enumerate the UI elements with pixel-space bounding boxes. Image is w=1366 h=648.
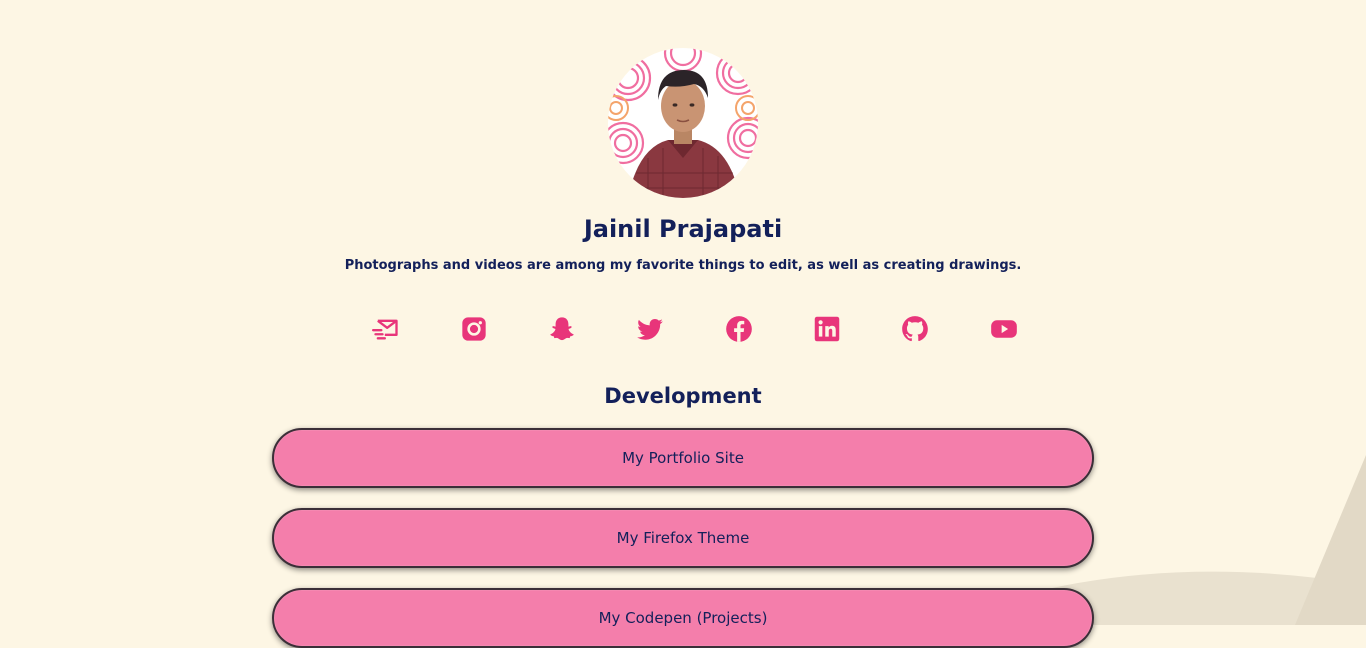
- avatar-image: [608, 48, 758, 198]
- linkedin-icon: [814, 316, 840, 342]
- social-youtube[interactable]: [987, 312, 1021, 346]
- social-snapchat[interactable]: [545, 312, 579, 346]
- mail-icon: [372, 319, 398, 340]
- facebook-icon: [726, 316, 752, 342]
- avatar: [608, 48, 758, 198]
- profile-name: Jainil Prajapati: [583, 215, 783, 243]
- social-github[interactable]: [898, 312, 932, 346]
- social-instagram[interactable]: [457, 312, 491, 346]
- youtube-icon: [991, 320, 1017, 338]
- profile-page: Jainil Prajapati Photographs and videos …: [0, 0, 1366, 648]
- link-portfolio-site[interactable]: My Portfolio Site: [272, 428, 1094, 488]
- instagram-icon: [462, 317, 486, 341]
- link-firefox-theme[interactable]: My Firefox Theme: [272, 508, 1094, 568]
- twitter-icon: [637, 318, 663, 340]
- social-links: [0, 312, 1366, 346]
- social-email[interactable]: [369, 312, 403, 346]
- link-codepen-projects[interactable]: My Codepen (Projects): [272, 588, 1094, 648]
- github-icon: [902, 316, 928, 342]
- social-twitter[interactable]: [633, 312, 667, 346]
- social-facebook[interactable]: [722, 312, 756, 346]
- profile-bio: Photographs and videos are among my favo…: [344, 258, 1022, 273]
- section-title-development: Development: [604, 384, 762, 408]
- snapchat-icon: [550, 317, 574, 341]
- social-linkedin[interactable]: [810, 312, 844, 346]
